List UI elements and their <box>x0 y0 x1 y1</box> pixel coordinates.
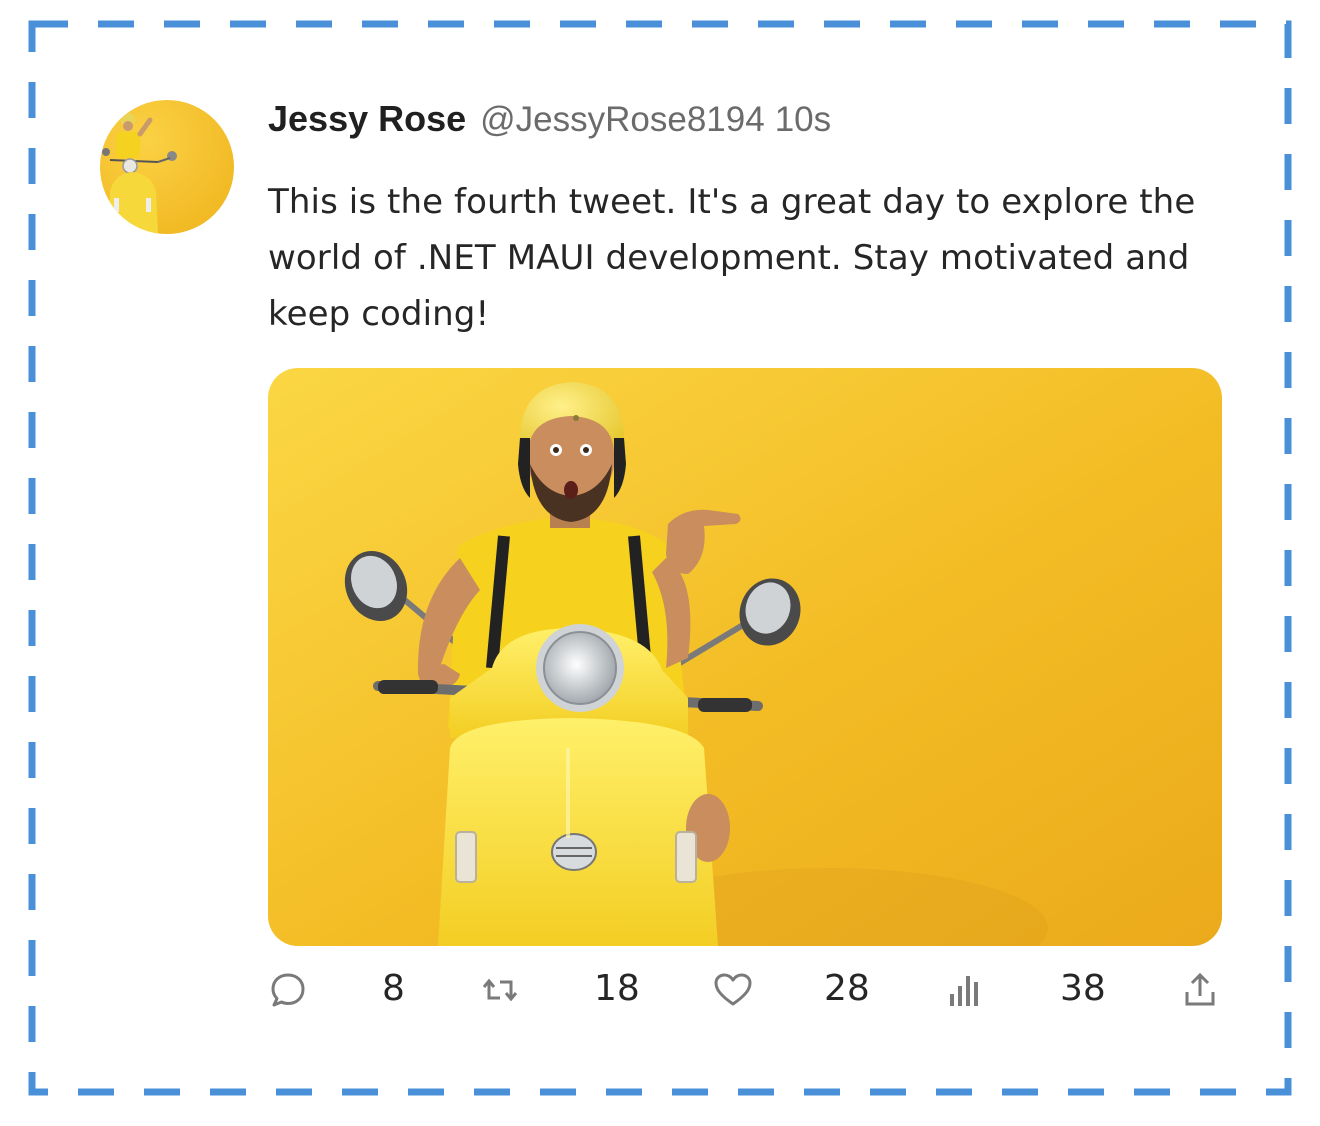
tweet-header: Jessy Rose @JessyRose8194 10s <box>268 98 831 142</box>
retweet-count: 18 <box>594 968 640 1009</box>
retweet-button[interactable] <box>480 962 520 1018</box>
avatar[interactable] <box>100 100 234 234</box>
heart-icon <box>714 973 752 1006</box>
reply-button[interactable] <box>268 962 308 1018</box>
tweet-text: This is the fourth tweet. It's a great d… <box>268 182 1196 334</box>
views-button[interactable] <box>946 962 986 1018</box>
like-button[interactable] <box>712 962 754 1018</box>
tweet-media[interactable] <box>268 368 1222 946</box>
reply-count: 8 <box>382 968 405 1009</box>
like-count: 28 <box>824 968 870 1009</box>
comment-icon <box>271 973 305 1007</box>
author-name[interactable]: Jessy Rose <box>268 98 466 140</box>
share-icon <box>1185 972 1215 1006</box>
analytics-icon <box>950 976 978 1006</box>
avatar-scooter-photo <box>100 100 234 234</box>
views-count: 38 <box>1060 968 1106 1009</box>
retweet-icon <box>482 978 518 1002</box>
scooter-rider-photo <box>268 368 1222 946</box>
share-button[interactable] <box>1180 962 1220 1018</box>
action-bar: 8 18 28 38 <box>268 962 1228 1018</box>
author-handle[interactable]: @JessyRose8194 <box>480 100 765 140</box>
timestamp: 10s <box>774 100 832 139</box>
